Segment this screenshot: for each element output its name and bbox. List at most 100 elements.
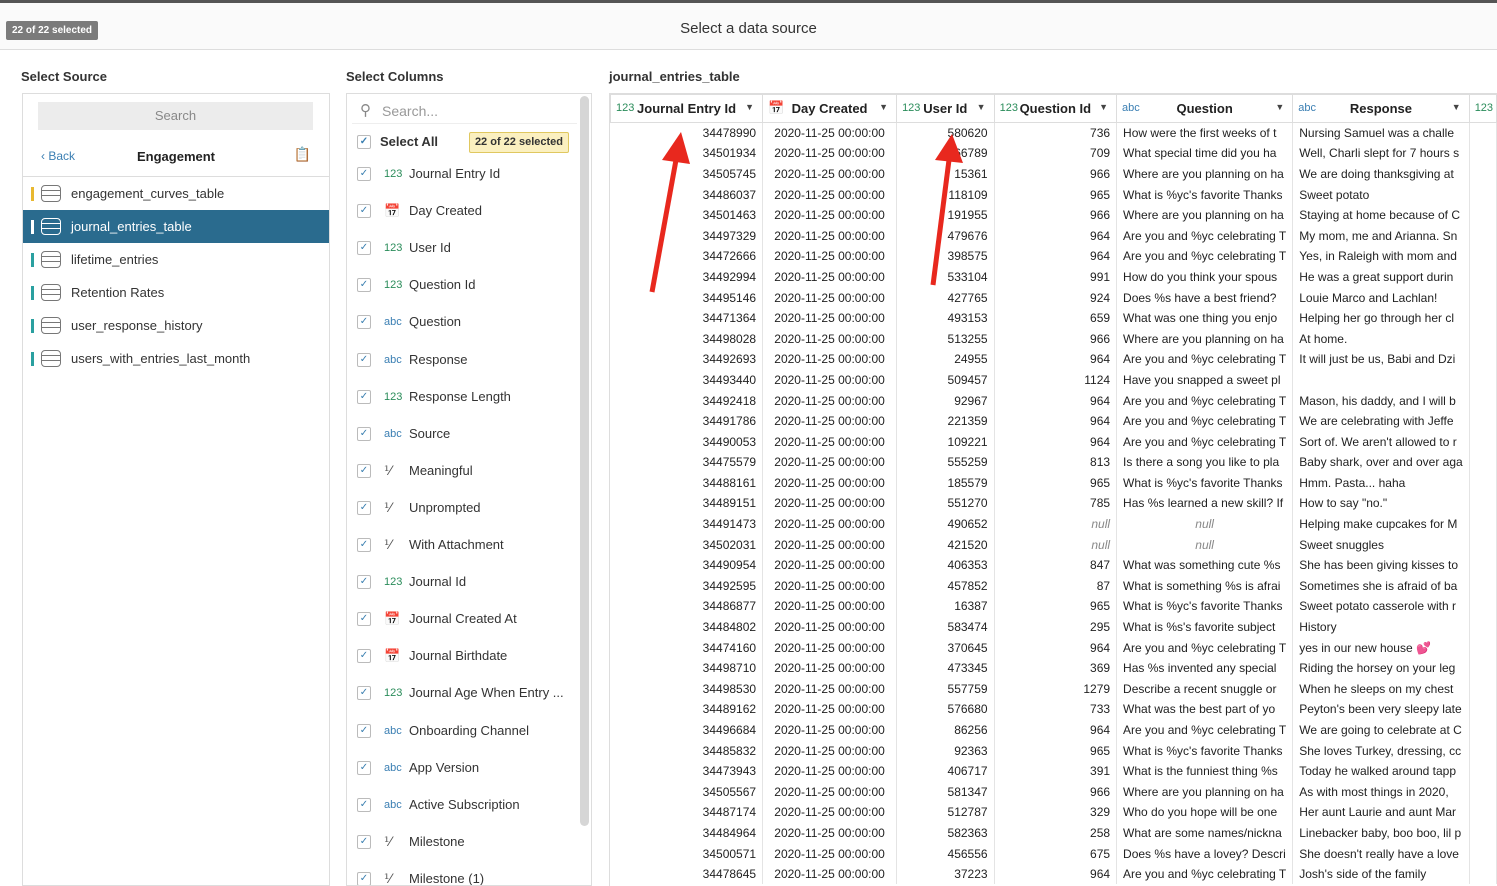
- table-cell[interactable]: 2020-11-25 00:00:00: [762, 699, 898, 720]
- table-cell[interactable]: 34475579: [610, 452, 764, 473]
- table-cell[interactable]: [1469, 843, 1497, 864]
- table-row[interactable]: 34488161 2020-11-25 00:00:00 185579 965 What…: [610, 472, 1497, 494]
- column-checkbox[interactable]: ✓: [357, 871, 371, 885]
- table-cell[interactable]: Has %s invented any special: [1116, 657, 1294, 679]
- table-cell[interactable]: 258: [994, 822, 1118, 844]
- table-cell[interactable]: 34501934: [610, 143, 764, 164]
- table-row[interactable]: 34496684 2020-11-25 00:00:00 86256 964 Are y…: [610, 719, 1497, 741]
- table-cell[interactable]: 34498710: [610, 657, 764, 679]
- column-item[interactable]: ✓ abc Active Subscription: [347, 787, 579, 823]
- table-cell[interactable]: 2020-11-25 00:00:00: [762, 328, 898, 350]
- column-header[interactable]: 123 Journal Entry Id ▼: [610, 94, 764, 123]
- table-cell[interactable]: Helping make cupcakes for M: [1292, 513, 1470, 535]
- table-cell[interactable]: [1469, 863, 1497, 885]
- table-cell[interactable]: 551270: [896, 493, 995, 514]
- table-cell[interactable]: 2020-11-25 00:00:00: [762, 143, 898, 164]
- table-cell[interactable]: Does %s have a lovey? Descri: [1116, 843, 1294, 864]
- table-cell[interactable]: 2020-11-25 00:00:00: [762, 163, 898, 185]
- table-cell[interactable]: 2020-11-25 00:00:00: [762, 204, 898, 226]
- column-item[interactable]: ✓ 123 User Id: [347, 230, 579, 266]
- table-cell[interactable]: As with most things in 2020,: [1292, 781, 1470, 803]
- table-cell[interactable]: 2020-11-25 00:00:00: [762, 822, 898, 844]
- table-cell[interactable]: [1469, 410, 1497, 432]
- table-cell[interactable]: Are you and %yc celebrating T: [1116, 390, 1294, 411]
- table-cell[interactable]: 582363: [896, 822, 995, 844]
- table-row[interactable]: 34505567 2020-11-25 00:00:00 581347 966 Wher…: [610, 781, 1497, 803]
- table-cell[interactable]: Are you and %yc celebrating T: [1116, 225, 1294, 247]
- table-cell[interactable]: 2020-11-25 00:00:00: [762, 843, 898, 864]
- table-cell[interactable]: 456556: [896, 843, 995, 864]
- table-cell[interactable]: 659: [994, 307, 1118, 329]
- column-header[interactable]: abc Response ▼: [1292, 94, 1470, 123]
- table-cell[interactable]: Her aunt Laurie and aunt Mar: [1292, 802, 1470, 823]
- table-cell[interactable]: At home.: [1292, 328, 1470, 350]
- table-cell[interactable]: [1469, 575, 1497, 597]
- table-cell[interactable]: [1469, 307, 1497, 329]
- table-cell[interactable]: [1469, 534, 1497, 555]
- table-cell[interactable]: Josh's side of the family: [1292, 863, 1470, 885]
- column-checkbox[interactable]: ✓: [357, 797, 371, 812]
- table-cell[interactable]: [1469, 493, 1497, 514]
- table-cell[interactable]: 34492693: [610, 349, 764, 370]
- table-cell[interactable]: 2020-11-25 00:00:00: [762, 534, 898, 555]
- table-cell[interactable]: 965: [994, 184, 1118, 205]
- table-cell[interactable]: [1469, 637, 1497, 658]
- table-cell[interactable]: Sometimes she is afraid of ba: [1292, 575, 1470, 597]
- table-row[interactable]: 34492595 2020-11-25 00:00:00 457852 87 What …: [610, 575, 1497, 597]
- source-item[interactable]: lifetime_entries: [23, 243, 329, 276]
- table-cell[interactable]: 398575: [896, 246, 995, 267]
- chevron-down-icon[interactable]: ▼: [977, 102, 986, 112]
- table-cell[interactable]: 2020-11-25 00:00:00: [762, 184, 898, 205]
- table-cell[interactable]: Nursing Samuel was a challe: [1292, 122, 1470, 144]
- table-cell[interactable]: null: [1116, 534, 1294, 555]
- table-cell[interactable]: She has been giving kisses to: [1292, 554, 1470, 576]
- table-cell[interactable]: [1469, 431, 1497, 452]
- source-search-input[interactable]: Search: [38, 102, 313, 130]
- table-cell[interactable]: Have you snapped a sweet pl: [1116, 369, 1294, 391]
- table-row[interactable]: 34490053 2020-11-25 00:00:00 109221 964 Are …: [610, 431, 1497, 452]
- table-cell[interactable]: [1469, 143, 1497, 164]
- table-cell[interactable]: 34491786: [610, 410, 764, 432]
- table-cell[interactable]: 2020-11-25 00:00:00: [762, 287, 898, 308]
- table-cell[interactable]: 733: [994, 699, 1118, 720]
- table-cell[interactable]: [1469, 802, 1497, 823]
- table-cell[interactable]: My mom, me and Arianna. Sn: [1292, 225, 1470, 247]
- table-row[interactable]: 34498028 2020-11-25 00:00:00 513255 966 Wher…: [610, 328, 1497, 350]
- table-cell[interactable]: [1469, 740, 1497, 761]
- table-cell[interactable]: [1469, 328, 1497, 350]
- table-cell[interactable]: We are doing thanksgiving at: [1292, 163, 1470, 185]
- table-cell[interactable]: yes in our new house 💕: [1292, 637, 1470, 658]
- table-cell[interactable]: [1469, 719, 1497, 741]
- table-cell[interactable]: [1469, 472, 1497, 494]
- column-checkbox[interactable]: ✓: [357, 204, 371, 219]
- table-cell[interactable]: 675: [994, 843, 1118, 864]
- table-cell[interactable]: 34484802: [610, 616, 764, 638]
- table-cell[interactable]: 557759: [896, 678, 995, 700]
- table-cell[interactable]: 34496684: [610, 719, 764, 741]
- table-cell[interactable]: 34495146: [610, 287, 764, 308]
- table-row[interactable]: 34486877 2020-11-25 00:00:00 16387 965 What …: [610, 596, 1497, 617]
- table-cell[interactable]: 34492595: [610, 575, 764, 597]
- table-cell[interactable]: 964: [994, 390, 1118, 411]
- table-cell[interactable]: 1124: [994, 369, 1118, 391]
- table-cell[interactable]: 191955: [896, 204, 995, 226]
- table-cell[interactable]: 2020-11-25 00:00:00: [762, 616, 898, 638]
- table-row[interactable]: 34474160 2020-11-25 00:00:00 370645 964 Are …: [610, 637, 1497, 658]
- table-row[interactable]: 34502031 2020-11-25 00:00:00 421520 null nul…: [610, 534, 1497, 555]
- table-cell[interactable]: null: [994, 534, 1118, 555]
- table-cell[interactable]: We are going to celebrate at C: [1292, 719, 1470, 741]
- column-checkbox[interactable]: ✓: [357, 686, 371, 701]
- table-cell[interactable]: Are you and %yc celebrating T: [1116, 410, 1294, 432]
- table-cell[interactable]: 15361: [896, 163, 995, 185]
- table-cell[interactable]: 2020-11-25 00:00:00: [762, 349, 898, 370]
- table-cell[interactable]: 34486037: [610, 184, 764, 205]
- table-cell[interactable]: Sort of. We aren't allowed to r: [1292, 431, 1470, 452]
- table-cell[interactable]: What are some names/nickna: [1116, 822, 1294, 844]
- table-cell[interactable]: Describe a recent snuggle or: [1116, 678, 1294, 700]
- table-cell[interactable]: 964: [994, 246, 1118, 267]
- table-row[interactable]: 34501934 2020-11-25 00:00:00 566789 709 What…: [610, 143, 1497, 164]
- table-cell[interactable]: [1469, 596, 1497, 617]
- table-cell[interactable]: 2020-11-25 00:00:00: [762, 596, 898, 617]
- table-cell[interactable]: 92967: [896, 390, 995, 411]
- table-cell[interactable]: [1469, 287, 1497, 308]
